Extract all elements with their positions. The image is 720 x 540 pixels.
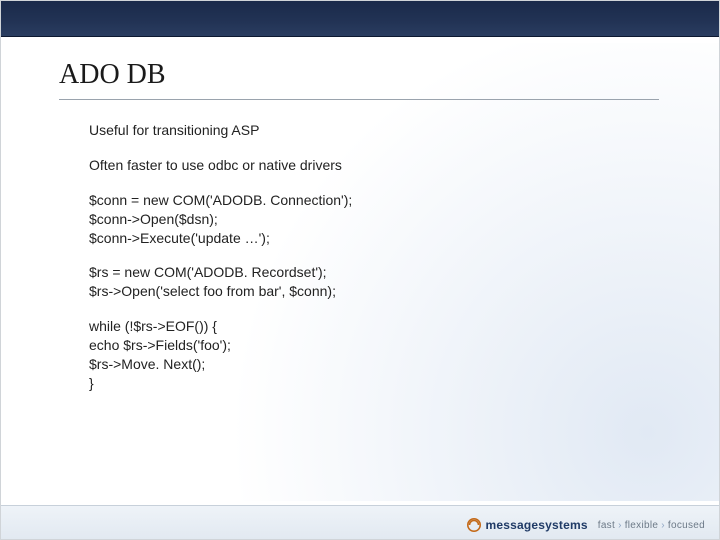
code-block-1: $conn = new COM('ADODB. Connection'); $c… [89, 191, 649, 248]
tagline-1: fast [598, 520, 615, 531]
chevron-icon: › [615, 520, 625, 531]
brand-tagline: fast›flexible›focused [598, 520, 705, 531]
slide: ADO DB Useful for transitioning ASP Ofte… [0, 0, 720, 540]
top-band [1, 1, 719, 37]
slide-title: ADO DB [59, 59, 166, 91]
footer: messagesystems fast›flexible›focused [466, 517, 705, 533]
swirl-icon [466, 517, 482, 533]
tagline-2: flexible [625, 520, 659, 531]
brand-logo: messagesystems [466, 517, 588, 533]
brand-name: messagesystems [486, 518, 588, 532]
code-block-2: $rs = new COM('ADODB. Recordset'); $rs->… [89, 263, 649, 301]
slide-body: Useful for transitioning ASP Often faste… [89, 121, 649, 409]
body-line-1: Useful for transitioning ASP [89, 121, 649, 140]
tagline-3: focused [668, 520, 705, 531]
bottom-band: messagesystems fast›flexible›focused [1, 505, 719, 539]
title-rule [59, 99, 659, 100]
chevron-icon: › [658, 520, 668, 531]
body-line-2: Often faster to use odbc or native drive… [89, 156, 649, 175]
code-block-3: while (!$rs->EOF()) { echo $rs->Fields('… [89, 317, 649, 393]
